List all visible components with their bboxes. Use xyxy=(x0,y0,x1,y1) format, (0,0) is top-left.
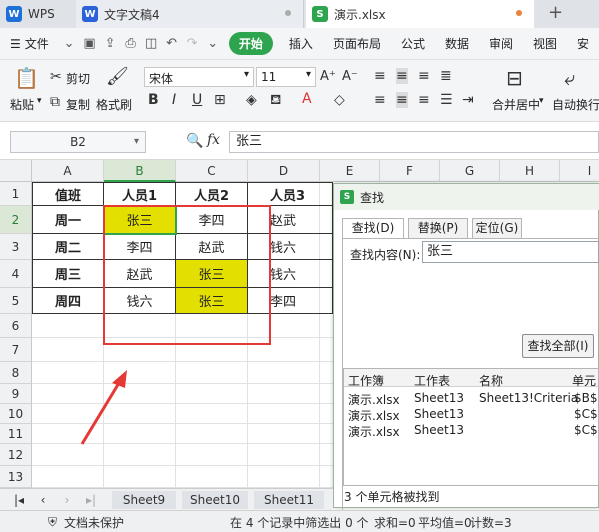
sheet-app-icon: S xyxy=(340,190,354,204)
result-cell[interactable]: 演示.xlsx xyxy=(348,407,400,424)
result-cell[interactable]: 演示.xlsx xyxy=(348,423,400,440)
sum-status[interactable]: 求和=0 xyxy=(374,514,416,531)
protection-status[interactable]: 文档未保护 xyxy=(64,514,124,531)
first-sheet-icon[interactable]: |◂ xyxy=(12,491,26,509)
result-cell[interactable]: Sheet13 xyxy=(414,423,464,437)
prev-sheet-icon[interactable]: ‹ xyxy=(36,491,50,509)
next-sheet-icon[interactable]: › xyxy=(60,491,74,509)
results-col-sheet[interactable]: 工作表 xyxy=(414,372,450,389)
result-cell[interactable]: $C$4 xyxy=(574,407,598,421)
find-all-button[interactable]: 查找全部(I) xyxy=(522,334,594,358)
annotation-arrow-head xyxy=(112,370,127,388)
last-sheet-icon[interactable]: ▸| xyxy=(84,491,98,509)
tab-goto[interactable]: 定位(G) xyxy=(472,218,522,238)
status-bar: ⛨ 文档未保护 在 4 个记录中筛选出 0 个 求和=0 平均值=0 计数=3 xyxy=(0,510,599,532)
find-dialog-titlebar[interactable]: S 查找 xyxy=(334,184,599,210)
find-dialog-title: 查找 xyxy=(360,190,385,205)
tab-find[interactable]: 查找(D) xyxy=(342,218,404,239)
find-what-input[interactable]: 张三 xyxy=(422,241,599,263)
find-status-text: 3 个单元格被找到 xyxy=(344,490,440,504)
tab-replace[interactable]: 替换(P) xyxy=(408,218,468,238)
find-what-label: 查找内容(N): xyxy=(350,248,421,262)
annotation-arrow-line xyxy=(80,377,124,445)
sheet-tab-10[interactable]: Sheet10 xyxy=(182,491,248,509)
results-col-workbook[interactable]: 工作簿 xyxy=(348,372,384,389)
result-cell[interactable]: Sheet13!Criteria xyxy=(479,391,578,405)
annotation-rectangle xyxy=(103,205,271,345)
result-cell[interactable]: $B$2 xyxy=(574,391,598,405)
average-status[interactable]: 平均值=0 xyxy=(418,514,472,531)
sheet-tab-9[interactable]: Sheet9 xyxy=(112,491,176,509)
results-col-name[interactable]: 名称 xyxy=(479,372,503,389)
filter-status: 在 4 个记录中筛选出 0 个 xyxy=(230,516,369,530)
shield-icon: ⛨ xyxy=(48,515,58,529)
find-results-list: 工作簿 工作表 名称 单元 演示.xlsx Sheet13 Sheet13!Crit… xyxy=(343,368,599,486)
results-col-cell[interactable]: 单元 xyxy=(572,372,596,389)
result-cell[interactable]: 演示.xlsx xyxy=(348,391,400,408)
result-cell[interactable]: $C$5 xyxy=(574,423,598,437)
count-status[interactable]: 计数=3 xyxy=(470,514,512,531)
result-cell[interactable]: Sheet13 xyxy=(414,407,464,421)
sheet-tab-11[interactable]: Sheet11 xyxy=(254,491,324,509)
sheet-tab-bar: |◂ ‹ › ▸| Sheet9 Sheet10 Sheet11 xyxy=(0,488,333,510)
result-cell[interactable]: Sheet13 xyxy=(414,391,464,405)
